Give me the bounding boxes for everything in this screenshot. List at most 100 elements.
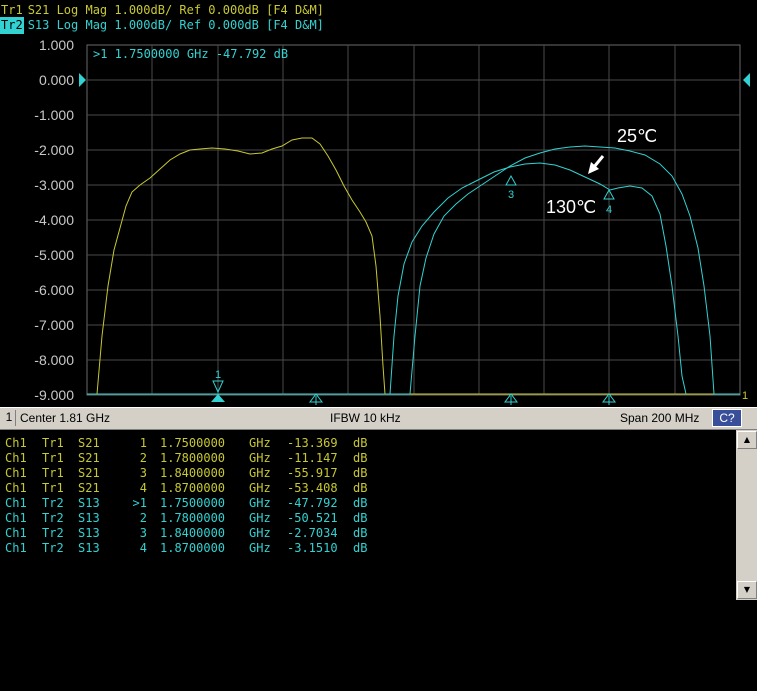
table-row: Ch1 Tr2 S13 3 1.8400000 GHz -2.7034 dB — [5, 526, 367, 541]
marker-4-label: 4 — [606, 204, 612, 216]
y-tick-label: -7.000 — [34, 317, 74, 333]
cell-value-unit: dB — [353, 511, 368, 525]
table-row: Ch1 Tr2 S13 >1 1.7500000 GHz -47.792 dB — [5, 496, 367, 511]
cell-frequency-unit: GHz — [249, 436, 271, 450]
cell-marker-number: 3 — [139, 466, 147, 480]
status-bar: 1 Center 1.81 GHz IFBW 10 kHz Span 200 M… — [0, 407, 757, 430]
cell-value: -2.7034 — [287, 526, 338, 540]
cell-trace: Tr1 — [42, 466, 64, 480]
cell-value-unit: dB — [353, 436, 368, 450]
table-row: Ch1 Tr2 S13 4 1.8700000 GHz -3.1510 dB — [5, 541, 367, 556]
cell-parameter: S21 — [78, 436, 100, 450]
calibration-status-button[interactable]: C? — [712, 409, 742, 427]
y-tick-label: -6.000 — [34, 282, 74, 298]
cell-value: -55.917 — [287, 466, 338, 480]
y-tick-label: 1.000 — [39, 37, 74, 53]
cell-frequency-unit: GHz — [249, 481, 271, 495]
cell-channel: Ch1 — [5, 496, 27, 510]
marker-3[interactable]: 3 — [505, 174, 517, 201]
cell-frequency: 1.7500000 — [160, 436, 226, 450]
cell-parameter: S21 — [78, 466, 100, 480]
cell-frequency: 1.7500000 — [160, 496, 226, 510]
cell-channel: Ch1 — [5, 481, 27, 495]
cell-value: -50.521 — [287, 511, 338, 525]
cell-frequency-unit: GHz — [249, 541, 271, 555]
scroll-down-icon[interactable]: ▼ — [737, 581, 757, 599]
marker-table: Ch1 Tr1 S21 1 1.7500000 GHz -13.369 dB C… — [0, 430, 736, 600]
cell-channel: Ch1 — [5, 541, 27, 555]
y-tick-label: 0.000 — [39, 72, 74, 88]
cell-channel: Ch1 — [5, 451, 27, 465]
marker-table-scrollbar[interactable]: ▲ ▼ — [736, 430, 757, 600]
plot-svg: 1.000 0.000 -1.000 -2.000 -3.000 -4.000 … — [34, 37, 750, 405]
scroll-up-icon[interactable]: ▲ — [737, 431, 757, 449]
plot-grid — [86, 44, 741, 396]
ref-level-left-icon[interactable] — [79, 73, 86, 87]
cell-marker-number: >1 — [132, 496, 147, 510]
channel-indicator[interactable]: 1 — [3, 410, 16, 426]
cell-channel: Ch1 — [5, 466, 27, 480]
y-tick-label: -9.000 — [34, 387, 74, 403]
cell-trace: Tr2 — [42, 526, 64, 540]
trace-2-tag: Tr2 — [0, 17, 24, 34]
annotation-arrow-icon — [588, 155, 605, 174]
y-axis-labels: 1.000 0.000 -1.000 -2.000 -3.000 -4.000 … — [34, 37, 74, 403]
cell-marker-number: 1 — [139, 436, 147, 450]
trace-1-settings: S21 Log Mag 1.000dB/ Ref 0.000dB [F4 D&M… — [27, 3, 324, 17]
cell-trace: Tr1 — [42, 436, 64, 450]
cell-channel: Ch1 — [5, 511, 27, 525]
cell-frequency-unit: GHz — [249, 451, 271, 465]
cell-marker-number: 3 — [139, 526, 147, 540]
annotation-25c: 25℃ — [617, 126, 657, 146]
cell-value: -53.408 — [287, 481, 338, 495]
cell-frequency: 1.8700000 — [160, 541, 226, 555]
y-tick-label: -5.000 — [34, 247, 74, 263]
cell-value-unit: dB — [353, 496, 368, 510]
cell-trace: Tr1 — [42, 481, 64, 495]
trace-2-s13-130c-curve — [389, 162, 687, 395]
y-tick-label: -2.000 — [34, 142, 74, 158]
table-row: Ch1 Tr1 S21 2 1.7800000 GHz -11.147 dB — [5, 451, 367, 466]
plot-area[interactable]: 1.000 0.000 -1.000 -2.000 -3.000 -4.000 … — [0, 36, 757, 406]
cell-frequency-unit: GHz — [249, 511, 271, 525]
cell-value-unit: dB — [353, 466, 368, 480]
cell-trace: Tr2 — [42, 511, 64, 525]
cell-frequency-unit: GHz — [249, 466, 271, 480]
table-row: Ch1 Tr2 S13 2 1.7800000 GHz -50.521 dB — [5, 511, 367, 526]
cell-marker-number: 4 — [139, 481, 147, 495]
cell-parameter: S13 — [78, 496, 100, 510]
table-row: Ch1 Tr1 S21 1 1.7500000 GHz -13.369 dB — [5, 436, 367, 451]
center-frequency[interactable]: Center 1.81 GHz — [20, 411, 110, 425]
cell-parameter: S13 — [78, 511, 100, 525]
cell-trace: Tr2 — [42, 496, 64, 510]
active-marker-readout: >1 1.7500000 GHz -47.792 dB — [93, 47, 288, 61]
cell-value-unit: dB — [353, 481, 368, 495]
cell-frequency: 1.8700000 — [160, 481, 226, 495]
cell-parameter: S21 — [78, 451, 100, 465]
cell-marker-number: 4 — [139, 541, 147, 555]
cell-parameter: S13 — [78, 526, 100, 540]
cell-value-unit: dB — [353, 541, 368, 555]
annotation-130c: 130℃ — [546, 197, 596, 217]
cell-frequency: 1.7800000 — [160, 451, 226, 465]
cell-trace: Tr2 — [42, 541, 64, 555]
cell-value: -11.147 — [287, 451, 338, 465]
cell-channel: Ch1 — [5, 526, 27, 540]
marker-3-stimulus-icon[interactable] — [504, 393, 518, 405]
cell-channel: Ch1 — [5, 436, 27, 450]
cell-value-unit: dB — [353, 451, 368, 465]
trace-2-header[interactable]: Tr2 S13 Log Mag 1.000dB/ Ref 0.000dB [F4 … — [0, 17, 324, 34]
cell-frequency: 1.8400000 — [160, 526, 226, 540]
cell-marker-number: 2 — [139, 451, 147, 465]
trace-header: Tr1 S21 Log Mag 1.000dB/ Ref 0.000dB [F4 … — [0, 0, 757, 36]
marker-4-stimulus-icon[interactable] — [602, 393, 616, 405]
cell-value-unit: dB — [353, 526, 368, 540]
table-row: Ch1 Tr1 S21 4 1.8700000 GHz -53.408 dB — [5, 481, 367, 496]
ifbw-value[interactable]: IFBW 10 kHz — [330, 411, 401, 425]
cell-trace: Tr1 — [42, 451, 64, 465]
marker-2-stimulus-icon[interactable] — [309, 393, 323, 405]
marker-1-label: 1 — [215, 369, 221, 381]
cell-value: -13.369 — [287, 436, 338, 450]
ref-level-right-icon[interactable] — [743, 73, 750, 87]
span-value[interactable]: Span 200 MHz — [620, 411, 699, 425]
